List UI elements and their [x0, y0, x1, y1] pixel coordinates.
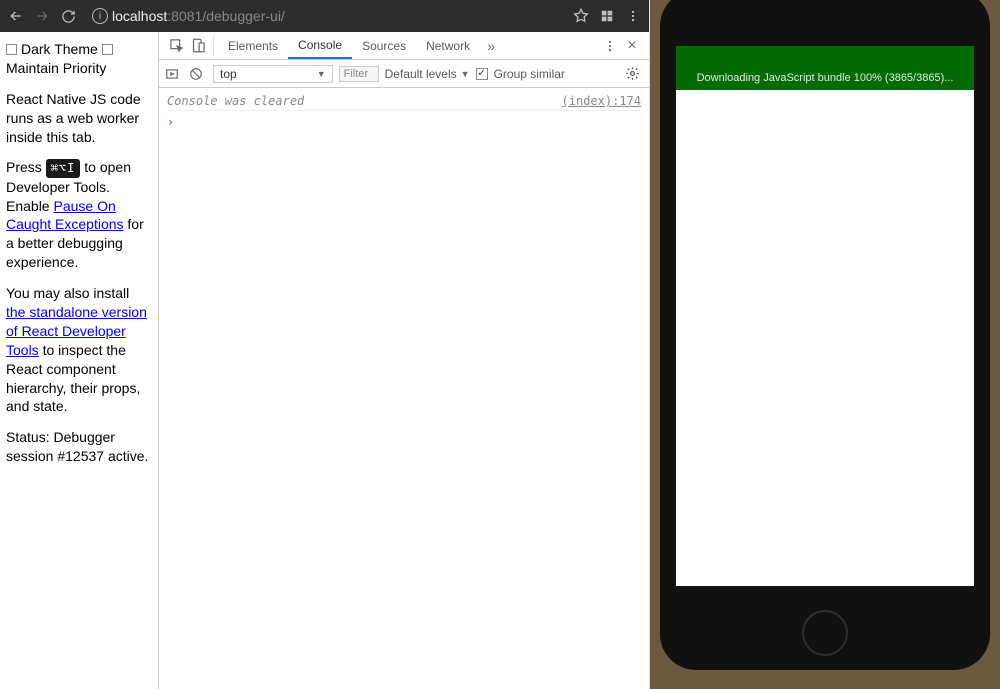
url-bar[interactable]: i localhost:8081/debugger-ui/: [84, 8, 565, 24]
tab-console[interactable]: Console: [288, 32, 352, 59]
clear-console-icon[interactable]: [189, 67, 207, 81]
inspect-element-icon[interactable]: [165, 32, 187, 59]
phone-frame: Downloading JavaScript bundle 100% (3865…: [660, 0, 990, 670]
devtools-tabbar: Elements Console Sources Network » ×: [159, 32, 649, 60]
console-filter-input[interactable]: Filter: [339, 66, 379, 82]
download-banner: Downloading JavaScript bundle 100% (3865…: [676, 46, 974, 90]
group-similar-label: Group similar: [494, 67, 565, 81]
dark-theme-checkbox[interactable]: [6, 44, 17, 55]
url-port: :8081: [167, 8, 202, 24]
tab-elements[interactable]: Elements: [218, 32, 288, 59]
dark-theme-label: Dark Theme: [21, 40, 98, 59]
info-paragraph-1: React Native JS code runs as a web worke…: [6, 90, 152, 147]
keyboard-shortcut: ⌘⌥I: [46, 159, 81, 177]
url-path: /debugger-ui/: [202, 8, 285, 24]
debugger-page: Dark Theme Maintain Priority React Nativ…: [0, 32, 158, 689]
reload-icon[interactable]: [58, 6, 78, 26]
extensions-icon[interactable]: [597, 6, 617, 26]
browser-menu-icon[interactable]: [623, 6, 643, 26]
console-prompt[interactable]: ›: [167, 111, 641, 129]
url-host: localhost: [112, 8, 167, 24]
info-paragraph-2: Press ⌘⌥I to open Developer Tools. Enabl…: [6, 158, 152, 272]
console-cleared-text: Console was cleared: [167, 94, 304, 108]
star-icon[interactable]: [571, 6, 591, 26]
dropdown-icon: ▼: [317, 69, 326, 79]
context-select[interactable]: top ▼: [213, 65, 333, 83]
log-levels-select[interactable]: Default levels ▼: [385, 67, 470, 81]
site-info-icon[interactable]: i: [92, 8, 108, 24]
devtools-menu-icon[interactable]: [599, 32, 621, 59]
phone-screen[interactable]: Downloading JavaScript bundle 100% (3865…: [676, 46, 974, 586]
console-output[interactable]: Console was cleared (index):174 ›: [159, 88, 649, 689]
back-icon[interactable]: [6, 6, 26, 26]
info-paragraph-3: You may also install the standalone vers…: [6, 284, 152, 416]
browser-toolbar: i localhost:8081/debugger-ui/: [0, 0, 649, 32]
tab-network[interactable]: Network: [416, 32, 480, 59]
simulator-area: Downloading JavaScript bundle 100% (3865…: [650, 0, 1000, 689]
device-toolbar-icon[interactable]: [187, 32, 209, 59]
devtools-panel: Elements Console Sources Network » ×: [158, 32, 649, 689]
forward-icon[interactable]: [32, 6, 52, 26]
console-message: Console was cleared (index):174: [167, 92, 641, 111]
more-tabs-icon[interactable]: »: [480, 32, 502, 59]
console-toolbar: top ▼ Filter Default levels ▼ ✓ Group si…: [159, 60, 649, 88]
tab-sources[interactable]: Sources: [352, 32, 416, 59]
devtools-close-icon[interactable]: ×: [621, 32, 643, 59]
dropdown-icon: ▼: [461, 69, 470, 79]
console-settings-icon[interactable]: [625, 66, 643, 81]
status-text: Status: Debugger session #12537 active.: [6, 428, 152, 466]
maintain-priority-label: Maintain Priority: [6, 59, 152, 78]
maintain-priority-checkbox[interactable]: [102, 44, 113, 55]
browser-window: i localhost:8081/debugger-ui/ Dark Theme…: [0, 0, 650, 689]
home-button[interactable]: [802, 610, 848, 656]
group-similar-checkbox[interactable]: ✓: [476, 68, 488, 80]
toggle-sidebar-icon[interactable]: [165, 67, 183, 81]
console-source-link[interactable]: (index):174: [562, 94, 641, 108]
